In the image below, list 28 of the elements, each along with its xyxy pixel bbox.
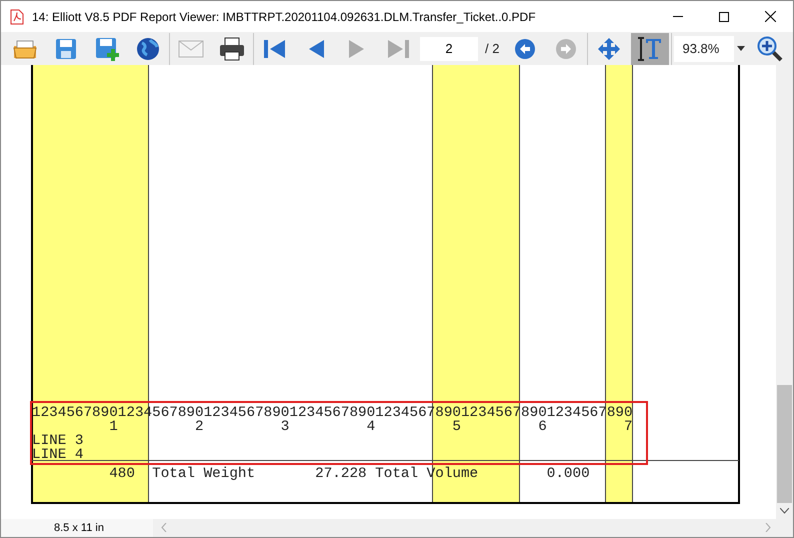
text-cursor-icon (638, 36, 662, 62)
text-select-button[interactable] (631, 32, 670, 64)
first-page-icon (263, 38, 287, 60)
globe-icon (136, 36, 160, 60)
scroll-left-icon (161, 523, 167, 532)
close-icon (764, 11, 776, 22)
page-count: / 2 (484, 40, 500, 58)
report-line: LINE 4 (32, 448, 84, 462)
four-way-arrow-icon (597, 36, 622, 60)
envelope-icon (178, 38, 204, 58)
scroll-right-icon (765, 523, 771, 532)
pdf-file-icon (10, 8, 24, 24)
window-title: 14: Elliott V8.5 PDF Report Viewer: IMBTTRPT.20201104.092631.DLM.Transfer_Ticket..0.PDF (32, 8, 536, 26)
printer-icon (219, 36, 245, 60)
scrollbar-thumb[interactable] (777, 385, 792, 503)
maximize-icon (719, 12, 729, 22)
next-page-icon (348, 38, 366, 60)
page-size-label: 8.5 x 11 in (1, 519, 153, 537)
zoom-in-icon (757, 36, 784, 62)
report-line: 1 2 3 4 5 6 7 (108, 420, 633, 434)
dropdown-caret-icon (737, 46, 746, 51)
scroll-down-icon (780, 508, 789, 514)
report-line: LINE 3 (32, 434, 84, 448)
floppy-disk-plus-icon (94, 36, 120, 62)
minimize-icon (673, 16, 683, 17)
page-number-field[interactable]: 2 (420, 36, 478, 60)
previous-page-icon (307, 38, 325, 60)
last-page-icon (386, 38, 410, 60)
